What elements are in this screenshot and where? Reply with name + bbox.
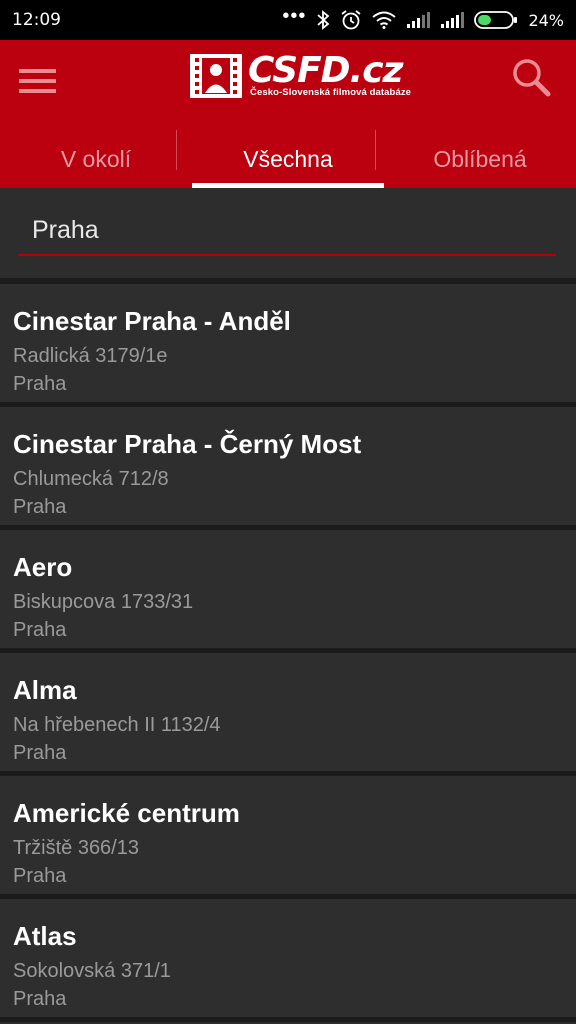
status-bar: 12:09 ••• 24% — [0, 0, 576, 40]
cinema-name: Americké centrum — [13, 798, 240, 828]
cinema-name: Atlas — [13, 921, 77, 951]
hamburger-menu-icon — [19, 69, 56, 93]
logo-wordmark: CSFD.cz — [248, 50, 404, 91]
list-item[interactable]: Alma Na hřebenech II 1132/4 Praha — [0, 653, 576, 776]
tab-all[interactable]: Všechna — [192, 130, 384, 189]
status-time: 12:09 — [12, 10, 61, 30]
cinema-address: Tržiště 366/13 — [13, 837, 139, 859]
cinema-name: Alma — [13, 675, 77, 705]
cinema-address: Sokolovská 371/1 — [13, 960, 171, 982]
list-item[interactable]: Cinestar Praha - Černý Most Chlumecká 71… — [0, 407, 576, 530]
list-item[interactable]: Aero Biskupcova 1733/31 Praha — [0, 530, 576, 653]
tab-divider — [176, 130, 177, 170]
tab-nearby[interactable]: V okolí — [0, 130, 192, 188]
cinema-address: Radlická 3179/1e — [13, 345, 168, 367]
list-item[interactable]: Atlas Sokolovská 371/1 Praha — [0, 899, 576, 1022]
tab-favorites[interactable]: Oblíbená — [384, 130, 576, 188]
cinema-name: Aero — [13, 552, 73, 582]
list-item[interactable]: Americké centrum Tržiště 366/13 Praha — [0, 776, 576, 899]
cinema-address: Biskupcova 1733/31 — [13, 591, 194, 613]
search-area — [0, 188, 576, 278]
cinema-address: Chlumecká 712/8 — [13, 468, 169, 490]
signal-icon — [441, 12, 465, 28]
tab-label: Oblíbená — [433, 145, 527, 172]
cinema-city: Praha — [13, 496, 67, 518]
alarm-icon — [341, 10, 361, 30]
cinema-city: Praha — [13, 865, 67, 887]
more-dots-icon: ••• — [282, 5, 307, 27]
wifi-icon — [372, 11, 397, 29]
tab-bar: V okolí Všechna Oblíbená — [0, 130, 576, 189]
cinema-city: Praha — [13, 742, 67, 764]
cinema-name: Cinestar Praha - Černý Most — [13, 429, 362, 459]
cinema-list: Cinestar Praha - Anděl Radlická 3179/1e … — [0, 284, 576, 1022]
search-button[interactable] — [510, 56, 552, 98]
tab-divider — [375, 130, 376, 170]
signal-icon — [407, 12, 431, 28]
cinema-name: Cinestar Praha - Anděl — [13, 306, 291, 336]
battery-icon — [474, 11, 518, 29]
tab-label: V okolí — [60, 145, 132, 172]
tab-label: Všechna — [243, 145, 333, 172]
search-input[interactable] — [18, 206, 556, 256]
cinema-city: Praha — [13, 373, 67, 395]
list-item[interactable]: Cinestar Praha - Anděl Radlická 3179/1e … — [0, 284, 576, 407]
cinema-city: Praha — [13, 619, 67, 641]
logo-subtitle: Česko-Slovenská filmová databáze — [250, 87, 412, 98]
cinema-address: Na hřebenech II 1132/4 — [13, 714, 221, 736]
status-icons: ••• 24% — [282, 5, 564, 31]
bluetooth-icon — [317, 10, 330, 30]
menu-button[interactable] — [18, 62, 58, 102]
battery-percent: 24% — [528, 10, 564, 30]
app-header: CSFD.cz Česko-Slovenská filmová databáze… — [0, 40, 576, 189]
cinema-city: Praha — [13, 988, 67, 1010]
search-icon — [513, 59, 551, 97]
